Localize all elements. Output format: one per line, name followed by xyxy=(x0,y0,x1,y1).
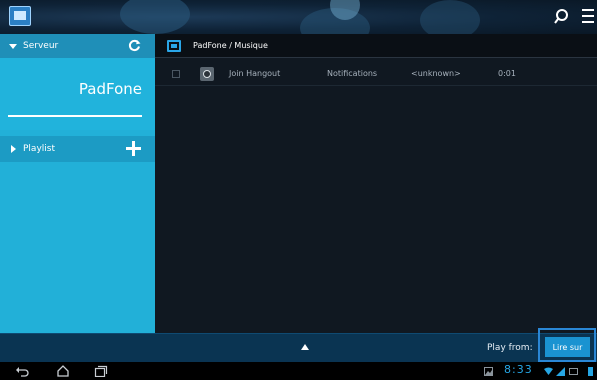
expand-icon xyxy=(11,145,16,153)
recent-apps-icon[interactable] xyxy=(94,365,108,377)
home-icon[interactable] xyxy=(56,365,70,377)
server-section-header[interactable]: Serveur xyxy=(0,34,155,58)
track-title: Join Hangout xyxy=(229,69,281,78)
playlist-label: Playlist xyxy=(23,144,55,154)
background-decoration xyxy=(420,0,480,34)
collapse-icon xyxy=(9,43,17,49)
search-icon[interactable] xyxy=(554,8,572,26)
expand-up-icon[interactable] xyxy=(301,344,309,350)
overflow-menu-icon[interactable] xyxy=(582,9,596,25)
wifi-icon xyxy=(544,367,553,375)
signal-icon xyxy=(556,367,565,376)
track-row[interactable]: Join Hangout Notifications <unknown> 0:0… xyxy=(155,62,597,86)
play-on-button[interactable]: Lire sur xyxy=(545,337,590,357)
status-clock: 8:33 xyxy=(504,363,533,376)
device-name: PadFone xyxy=(78,80,142,98)
play-from-label: Play from: xyxy=(487,343,533,353)
track-checkbox[interactable] xyxy=(172,70,180,78)
folder-icon[interactable] xyxy=(167,39,181,52)
system-bar: 8:33 xyxy=(0,362,597,380)
breadcrumb-path: PadFone / Musique xyxy=(193,41,268,50)
playback-bar: Play from: xyxy=(0,333,597,362)
cast-status-icon xyxy=(569,368,578,375)
sidebar: Serveur PadFone Playlist xyxy=(0,34,155,333)
gallery-notification-icon xyxy=(484,367,493,376)
main-content: PadFone / Musique Join Hangout Notificat… xyxy=(155,34,597,333)
battery-icon xyxy=(588,367,593,376)
breadcrumb: PadFone / Musique xyxy=(155,34,597,58)
track-artist: <unknown> xyxy=(411,69,461,78)
music-track-icon xyxy=(200,67,214,81)
playlist-section-header[interactable]: Playlist xyxy=(0,136,155,162)
app-icon[interactable] xyxy=(9,6,31,26)
track-duration: 0:01 xyxy=(498,69,516,78)
action-bar xyxy=(0,0,597,34)
server-label: Serveur xyxy=(23,41,59,51)
device-item-padfone[interactable]: PadFone xyxy=(0,58,155,130)
plus-icon[interactable] xyxy=(126,141,141,156)
track-album: Notifications xyxy=(327,69,378,78)
selected-indicator xyxy=(8,115,142,117)
background-decoration xyxy=(120,0,190,34)
refresh-icon[interactable] xyxy=(128,39,141,52)
back-icon[interactable] xyxy=(15,365,29,377)
